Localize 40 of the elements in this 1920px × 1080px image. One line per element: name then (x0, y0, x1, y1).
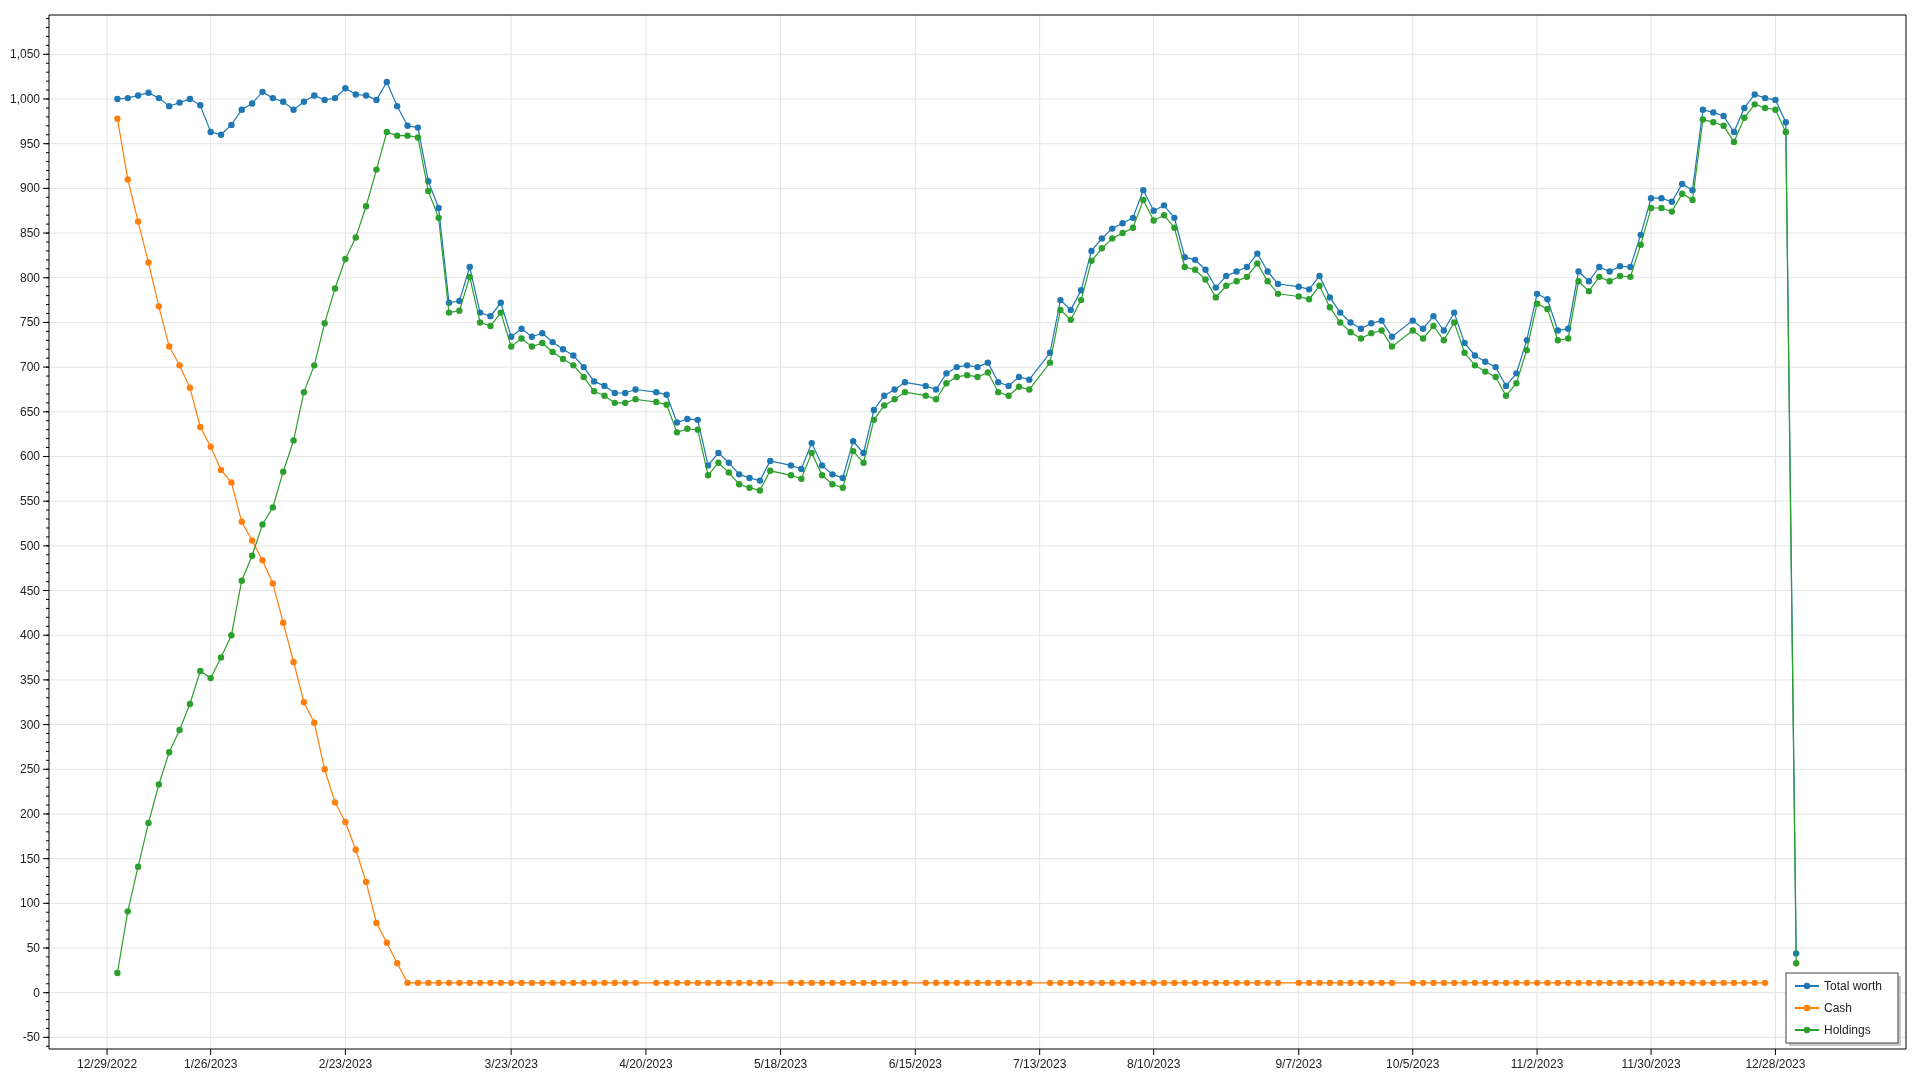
x-tick-label: 12/29/2022 (77, 1057, 138, 1071)
y-tick-label: 50 (26, 941, 40, 955)
x-tick-label: 9/7/2023 (1275, 1057, 1323, 1071)
y-tick-label: 700 (19, 360, 40, 375)
x-tick-label: 4/20/2023 (619, 1057, 673, 1071)
legend-label: Holdings (1824, 1023, 1871, 1037)
y-tick-label: 500 (19, 538, 40, 553)
y-tick-label: 1,000 (9, 92, 40, 106)
y-tick-label: 850 (19, 226, 40, 241)
x-tick-label: 2/23/2023 (318, 1057, 373, 1071)
x-tick-label: 11/30/2023 (1621, 1057, 1681, 1071)
y-tick-label: 900 (19, 181, 40, 196)
y-tick-label: 450 (19, 583, 40, 598)
x-tick-label: 7/13/2023 (1013, 1057, 1067, 1071)
legend-label: Cash (1824, 1001, 1852, 1015)
y-tick-label: 950 (19, 136, 40, 151)
x-tick-label: 6/15/2023 (888, 1057, 942, 1071)
x-tick-label: 3/23/2023 (484, 1057, 538, 1071)
y-tick-label: 350 (19, 672, 40, 687)
y-tick-label: 0 (33, 985, 40, 1000)
x-tick-label: 11/2/2023 (1510, 1057, 1564, 1071)
x-tick-label: 1/26/2023 (183, 1057, 238, 1071)
y-tick-label: 250 (19, 762, 40, 777)
y-tick-label: -50 (22, 1030, 40, 1045)
y-tick-label: 100 (19, 896, 40, 911)
y-tick-label: 1,050 (9, 47, 40, 62)
y-tick-label: 300 (19, 717, 40, 732)
y-tick-label: 600 (19, 449, 40, 464)
x-tick-label: 12/28/2023 (1745, 1057, 1806, 1071)
legend-label: Total worth (1824, 979, 1883, 993)
x-tick-label: 8/10/2023 (1126, 1057, 1181, 1071)
y-tick-label: 200 (19, 806, 40, 821)
y-tick-label: 800 (19, 270, 40, 285)
x-tick-label: 10/5/2023 (1386, 1057, 1440, 1071)
y-tick-label: 750 (19, 315, 40, 330)
y-tick-label: 400 (19, 628, 40, 643)
y-tick-label: 550 (19, 494, 40, 509)
y-tick-label: 150 (19, 851, 40, 866)
x-tick-label: 5/18/2023 (753, 1057, 808, 1071)
y-tick-label: 650 (19, 404, 40, 419)
